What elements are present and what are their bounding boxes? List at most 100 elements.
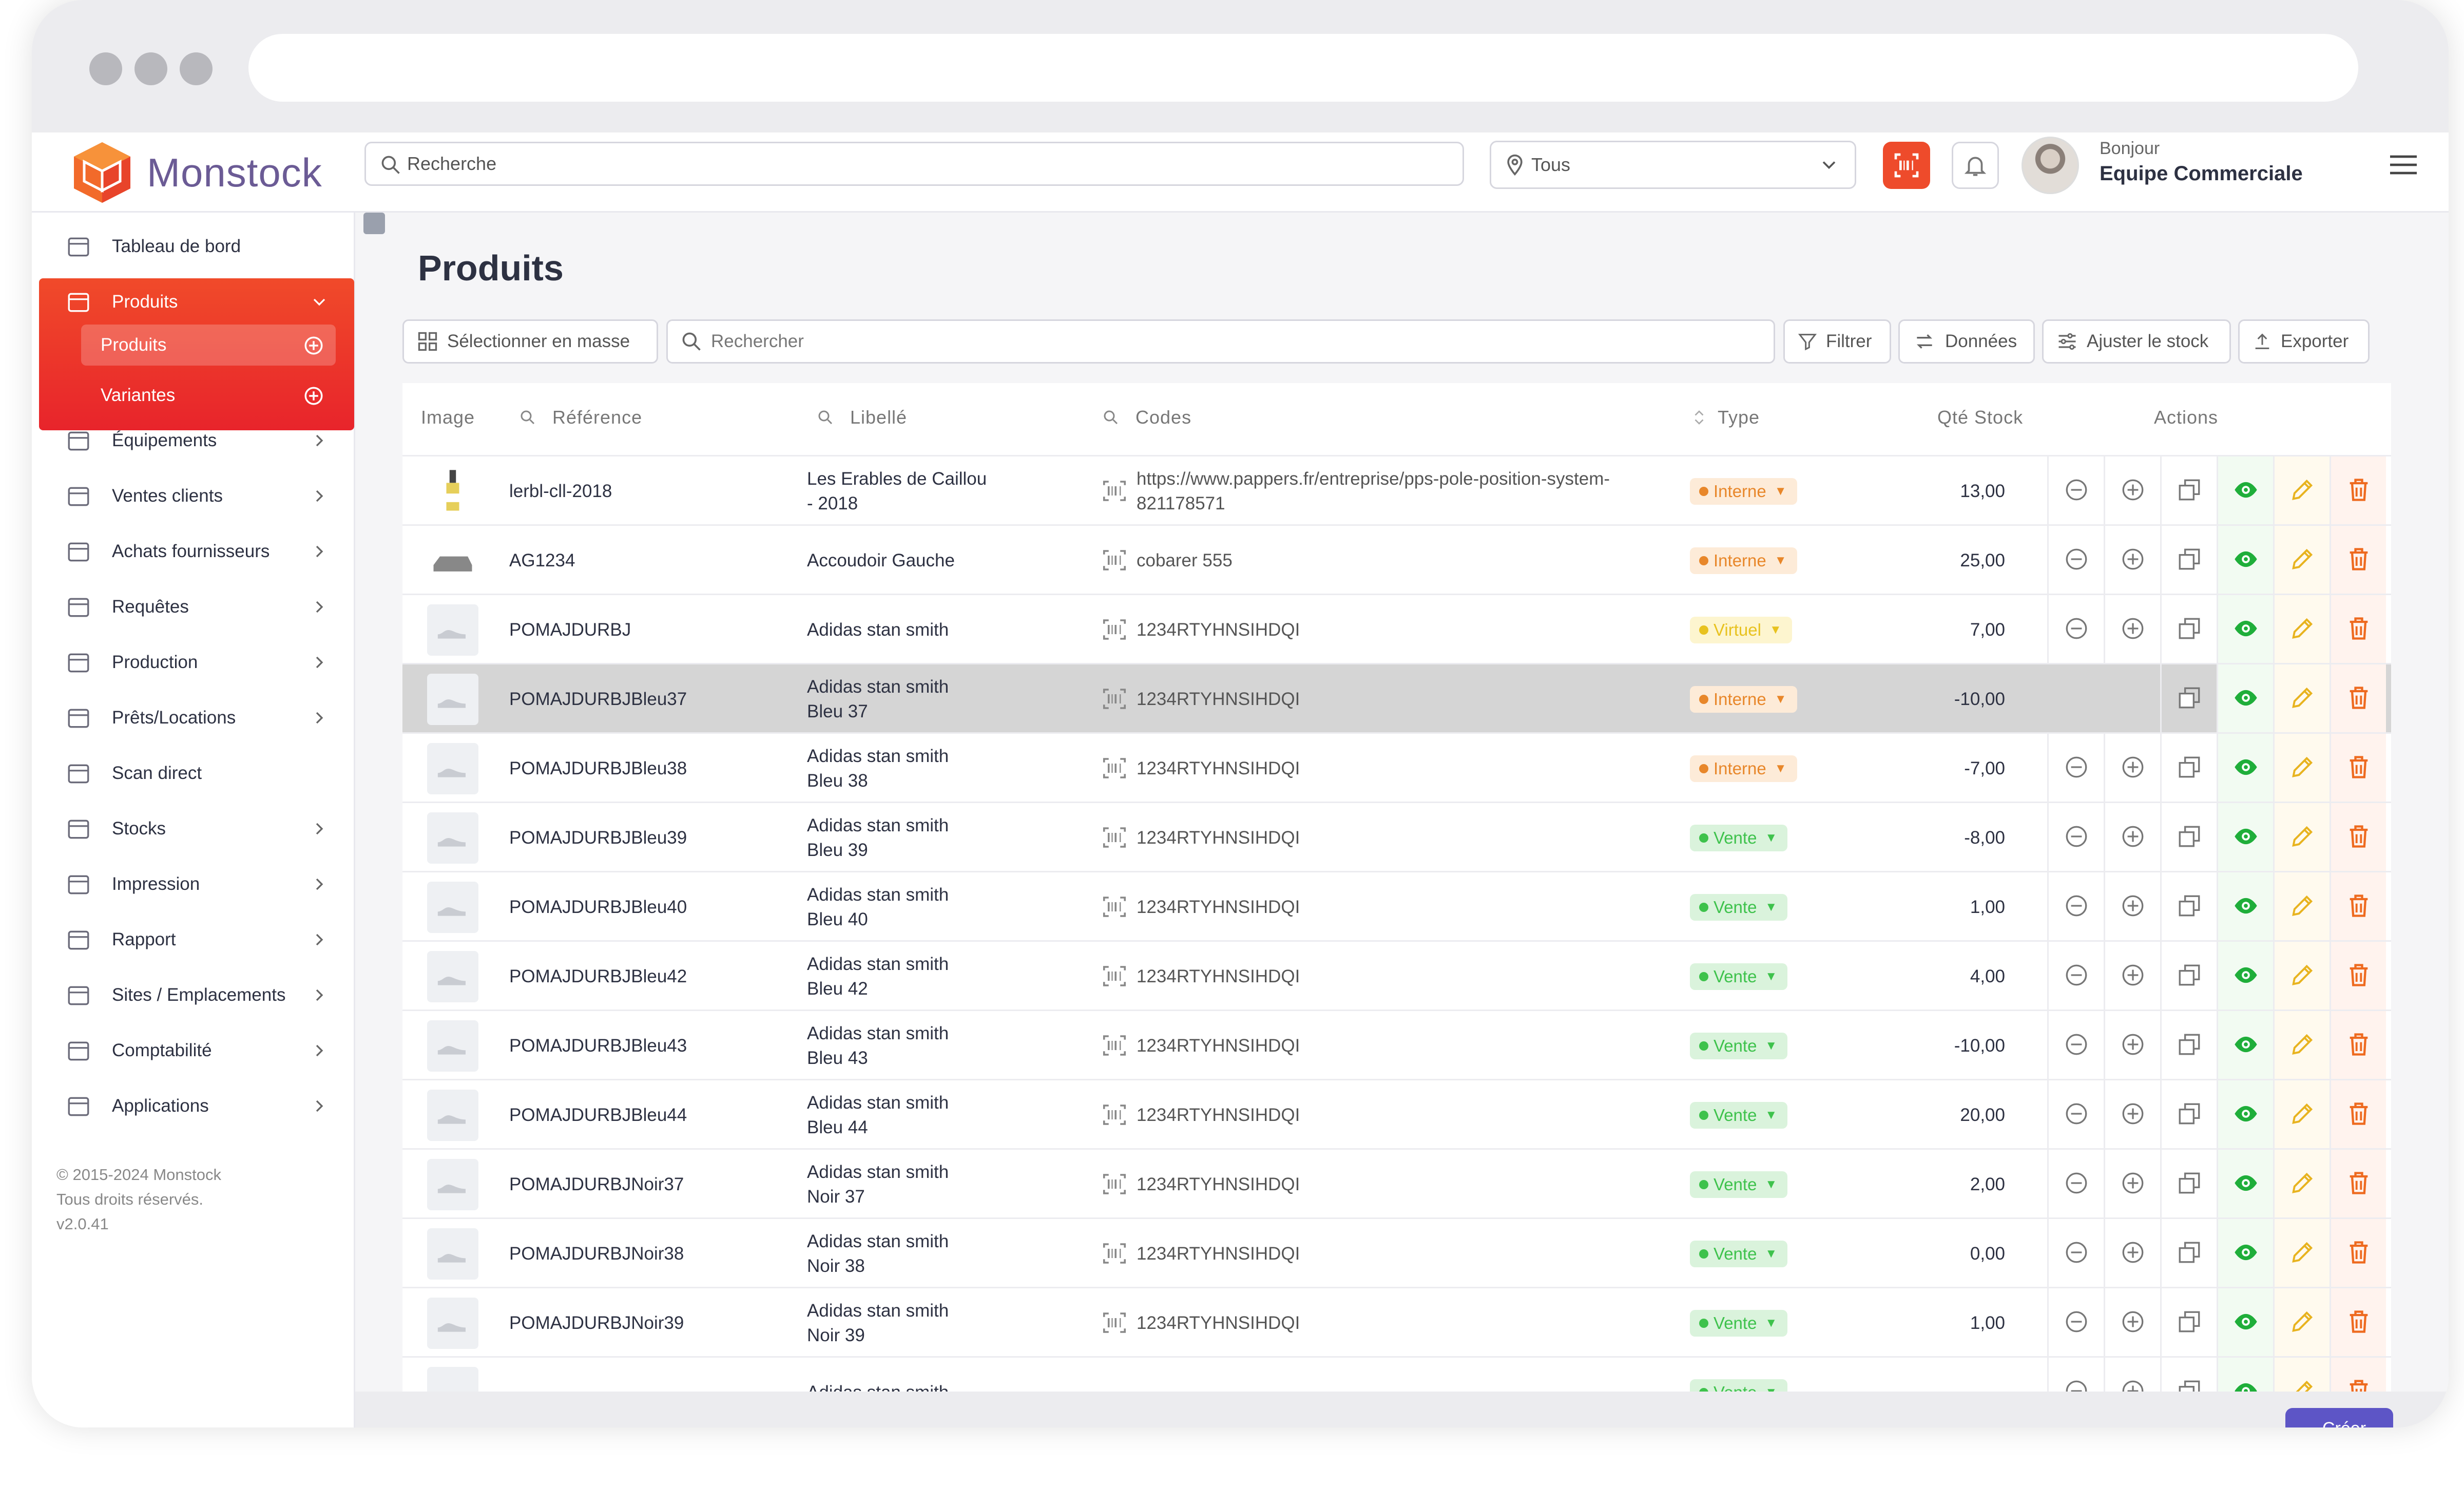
decrease-stock-button[interactable] (2047, 456, 2104, 526)
product-image[interactable] (427, 1367, 478, 1392)
decrease-stock-button[interactable] (2047, 803, 2104, 872)
edit-button[interactable] (2273, 664, 2330, 734)
increase-stock-button[interactable] (2104, 1150, 2160, 1219)
view-button[interactable] (2217, 1150, 2273, 1219)
delete-button[interactable] (2330, 1219, 2386, 1288)
edit-button[interactable] (2273, 942, 2330, 1011)
decrease-stock-button[interactable] (2047, 1150, 2104, 1219)
global-search-input[interactable]: Recherche (364, 142, 1464, 186)
type-badge[interactable]: Vente ▼ (1690, 1310, 1788, 1337)
column-header-codes[interactable]: Codes (1102, 407, 1191, 428)
sidebar-item-4[interactable]: Achats fournisseurs (50, 528, 341, 575)
increase-stock-button[interactable] (2104, 595, 2160, 664)
product-image[interactable] (427, 743, 478, 794)
type-badge[interactable]: Virtuel ▼ (1690, 617, 1792, 643)
product-image[interactable] (427, 1020, 478, 1072)
data-button[interactable]: Données (1898, 319, 2035, 364)
delete-button[interactable] (2330, 1080, 2386, 1150)
delete-button[interactable] (2330, 872, 2386, 942)
decrease-stock-button[interactable] (2047, 1080, 2104, 1150)
table-row[interactable]: POMAJDURBJBleu39 Adidas stan smith Bleu 39… (402, 802, 2391, 872)
sidebar-item-14[interactable]: Applications (50, 1082, 341, 1130)
edit-button[interactable] (2273, 872, 2330, 942)
view-button[interactable] (2217, 803, 2273, 872)
view-button[interactable] (2217, 1080, 2273, 1150)
select-mass-button[interactable]: Sélectionner en masse (402, 319, 658, 364)
table-row[interactable]: POMAJDURBJBleu43 Adidas stan smith Bleu 43… (402, 1010, 2391, 1080)
create-button[interactable]: Créer (2285, 1408, 2393, 1427)
duplicate-button[interactable] (2160, 664, 2217, 734)
decrease-stock-button[interactable] (2047, 872, 2104, 942)
type-badge[interactable]: Interne ▼ (1690, 755, 1797, 782)
product-image[interactable] (427, 951, 478, 1002)
product-image[interactable] (427, 1228, 478, 1280)
sidebar-subitem-produits[interactable]: Produits (81, 325, 336, 366)
decrease-stock-button[interactable] (2047, 942, 2104, 1011)
export-button[interactable]: Exporter (2238, 319, 2370, 364)
duplicate-button[interactable] (2160, 1080, 2217, 1150)
decrease-stock-button[interactable] (2047, 1288, 2104, 1358)
type-badge[interactable]: Vente ▼ (1690, 894, 1788, 921)
duplicate-button[interactable] (2160, 1150, 2217, 1219)
sidebar-item-3[interactable]: Ventes clients (50, 472, 341, 520)
add-circle-icon[interactable] (303, 335, 324, 356)
column-header-libelle[interactable]: Libellé (816, 407, 907, 428)
table-row[interactable]: POMAJDURBJBleu37 Adidas stan smith Bleu 37… (402, 663, 2391, 734)
adjust-stock-button[interactable]: Ajuster le stock (2042, 319, 2231, 364)
product-image[interactable] (427, 535, 478, 586)
edit-button[interactable] (2273, 456, 2330, 526)
scan-button[interactable] (1883, 142, 1930, 189)
product-image[interactable] (427, 882, 478, 933)
increase-stock-button[interactable] (2104, 1358, 2160, 1392)
type-badge[interactable]: Vente ▼ (1690, 825, 1788, 851)
view-button[interactable] (2217, 595, 2273, 664)
product-image[interactable] (427, 812, 478, 864)
address-bar[interactable] (248, 34, 2358, 102)
increase-stock-button[interactable] (2104, 526, 2160, 595)
type-badge[interactable]: Vente ▼ (1690, 1171, 1788, 1198)
table-row[interactable]: Adidas stan smith Vente ▼ (402, 1356, 2391, 1392)
table-row[interactable]: POMAJDURBJNoir39 Adidas stan smith Noir 39… (402, 1287, 2391, 1358)
increase-stock-button[interactable] (2104, 1011, 2160, 1080)
delete-button[interactable] (2330, 526, 2386, 595)
increase-stock-button[interactable] (2104, 734, 2160, 803)
edit-button[interactable] (2273, 1219, 2330, 1288)
duplicate-button[interactable] (2160, 526, 2217, 595)
decrease-stock-button[interactable] (2047, 1219, 2104, 1288)
sidebar-subitem-variantes[interactable]: Variantes (81, 375, 336, 416)
type-badge[interactable]: Interne ▼ (1690, 686, 1797, 713)
type-badge[interactable]: Vente ▼ (1690, 1102, 1788, 1129)
product-image[interactable] (427, 466, 478, 517)
view-button[interactable] (2217, 1288, 2273, 1358)
decrease-stock-button[interactable] (2047, 1011, 2104, 1080)
table-row[interactable]: POMAJDURBJBleu44 Adidas stan smith Bleu 44… (402, 1079, 2391, 1150)
type-badge[interactable]: Interne ▼ (1690, 547, 1797, 574)
product-image[interactable] (427, 1090, 478, 1141)
view-button[interactable] (2217, 456, 2273, 526)
edit-button[interactable] (2273, 1358, 2330, 1392)
edit-button[interactable] (2273, 1011, 2330, 1080)
column-header-reference[interactable]: Référence (518, 407, 642, 428)
table-row[interactable]: POMAJDURBJ Adidas stan smith 1234RTYHNSIHD… (402, 594, 2391, 664)
edit-button[interactable] (2273, 1288, 2330, 1358)
sidebar-item-10[interactable]: Impression (50, 861, 341, 908)
menu-icon[interactable] (2388, 152, 2419, 178)
column-header-type[interactable]: Type (1690, 407, 1760, 428)
view-button[interactable] (2217, 664, 2273, 734)
increase-stock-button[interactable] (2104, 1080, 2160, 1150)
delete-button[interactable] (2330, 1150, 2386, 1219)
view-button[interactable] (2217, 872, 2273, 942)
type-badge[interactable]: Vente ▼ (1690, 1241, 1788, 1267)
sidebar-item-2[interactable]: Équipements (50, 417, 341, 464)
location-select[interactable]: Tous (1490, 141, 1856, 189)
increase-stock-button[interactable] (2104, 942, 2160, 1011)
view-button[interactable] (2217, 526, 2273, 595)
sidebar-item-5[interactable]: Requêtes (50, 583, 341, 631)
decrease-stock-button[interactable] (2047, 526, 2104, 595)
type-badge[interactable]: Vente ▼ (1690, 1033, 1788, 1059)
sidebar-item-8[interactable]: Scan direct (50, 750, 341, 797)
type-badge[interactable]: Vente ▼ (1690, 963, 1788, 990)
table-row[interactable]: POMAJDURBJNoir37 Adidas stan smith Noir 37… (402, 1148, 2391, 1219)
window-dot-minimize[interactable] (134, 52, 167, 85)
window-dot-maximize[interactable] (180, 52, 213, 85)
